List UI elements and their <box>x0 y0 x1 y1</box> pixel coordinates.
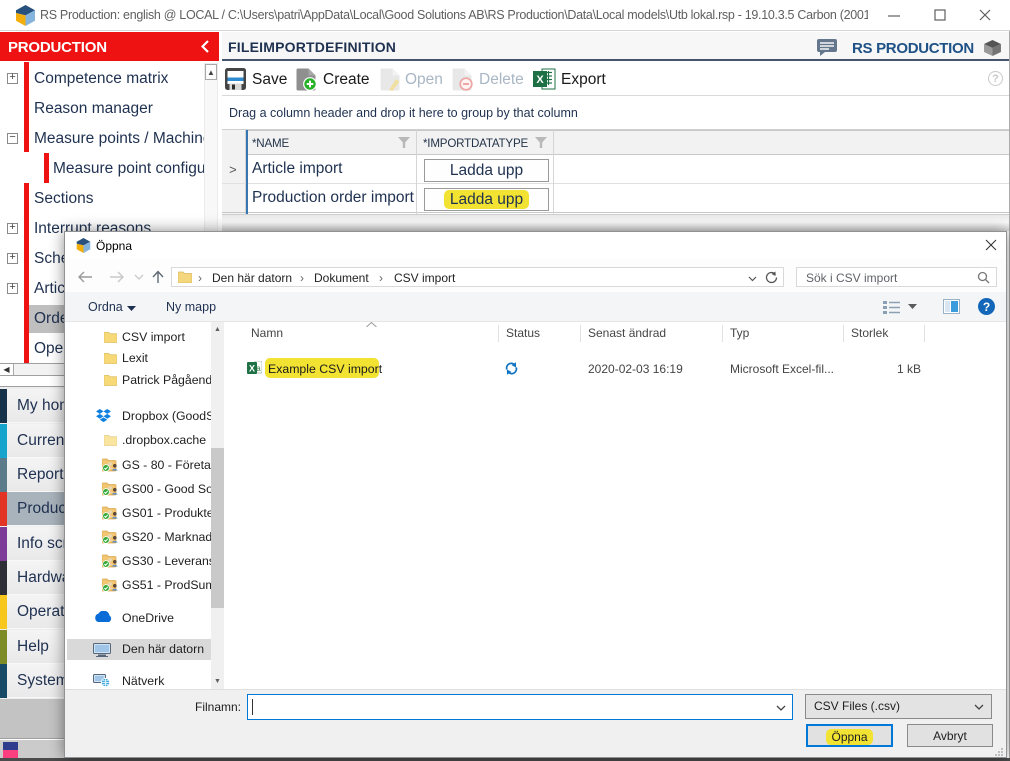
svg-text:X: X <box>536 74 544 86</box>
svg-text:X: X <box>249 364 255 374</box>
svg-text:?: ? <box>983 300 990 314</box>
svg-text:a: a <box>256 364 261 373</box>
